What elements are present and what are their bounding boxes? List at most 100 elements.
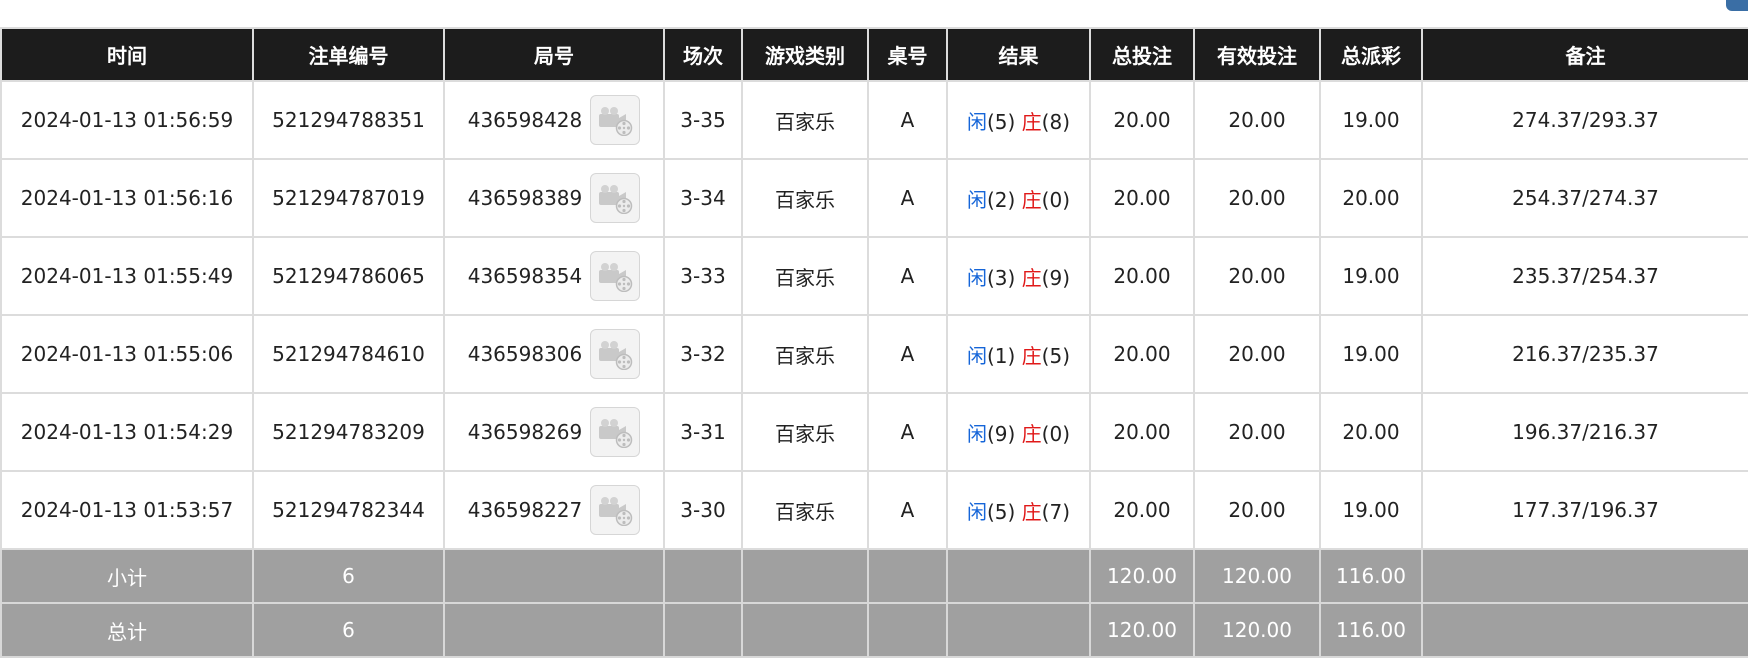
result-cell: 闲(5) 庄(7)	[946, 470, 1091, 550]
grand-total-empty-cell	[1421, 602, 1748, 658]
bet-time: 2024-01-13 01:56:16	[0, 158, 254, 238]
grand-total-empty-cell	[741, 602, 869, 658]
grand-total-empty-cell	[663, 602, 743, 658]
round-wrapper: 436598227	[468, 485, 641, 535]
video-camera-icon	[599, 107, 633, 136]
total-bet: 20.00	[1089, 236, 1195, 316]
game-type: 百家乐	[741, 314, 869, 394]
valid-bet: 20.00	[1193, 314, 1321, 394]
round-wrapper: 436598354	[468, 251, 641, 301]
round-number: 436598389	[467, 186, 583, 210]
bet-time: 2024-01-13 01:56:59	[0, 80, 254, 160]
player-label: 闲	[966, 343, 987, 368]
player-score: (5)	[986, 109, 1016, 134]
corner-tab-button[interactable]	[1726, 0, 1748, 11]
column-header-game-type: 游戏类别	[741, 27, 869, 82]
banker-label: 庄	[1021, 421, 1042, 446]
subtotal-label: 小计	[0, 548, 254, 604]
table-header: 时间 注单编号 局号 场次 游戏类别 桌号 结果 总投注 有效投注 总派彩 备注	[0, 27, 1748, 82]
column-header-result: 结果	[946, 27, 1091, 82]
bet-id: 521294784610	[252, 314, 445, 394]
column-header-round: 局号	[443, 27, 665, 82]
video-replay-button[interactable]	[590, 251, 641, 301]
table-row: 2024-01-13 01:53:57 521294782344 4365982…	[0, 470, 1748, 550]
remark: 254.37/274.37	[1421, 158, 1748, 238]
valid-bet: 20.00	[1193, 80, 1321, 160]
table-row: 2024-01-13 01:56:59 521294788351 4365984…	[0, 80, 1748, 160]
player-label: 闲	[966, 499, 987, 524]
banker-label: 庄	[1021, 499, 1042, 524]
banker-score: (0)	[1041, 187, 1071, 212]
remark: 274.37/293.37	[1421, 80, 1748, 160]
round-cell: 436598306	[443, 314, 665, 394]
remark: 177.37/196.37	[1421, 470, 1748, 550]
video-replay-button[interactable]	[590, 95, 641, 145]
column-header-bet-id: 注单编号	[252, 27, 445, 82]
shoe-number: 3-30	[663, 470, 743, 550]
subtotal-count: 6	[252, 548, 445, 604]
table-body: 2024-01-13 01:56:59 521294788351 4365984…	[0, 80, 1748, 550]
remark: 216.37/235.37	[1421, 314, 1748, 394]
game-type: 百家乐	[741, 158, 869, 238]
player-label: 闲	[966, 187, 987, 212]
video-replay-button[interactable]	[590, 485, 641, 535]
round-wrapper: 436598306	[468, 329, 641, 379]
bet-time: 2024-01-13 01:55:49	[0, 236, 254, 316]
result-cell: 闲(9) 庄(0)	[946, 392, 1091, 472]
round-number: 436598227	[467, 498, 583, 522]
player-score: (2)	[986, 187, 1016, 212]
table-row: 2024-01-13 01:55:49 521294786065 4365983…	[0, 236, 1748, 316]
round-cell: 436598428	[443, 80, 665, 160]
game-type: 百家乐	[741, 80, 869, 160]
subtotal-empty-cell	[1421, 548, 1748, 604]
player-score: (3)	[986, 265, 1016, 290]
round-number: 436598306	[467, 342, 583, 366]
video-camera-icon	[599, 341, 633, 370]
column-header-shoe: 场次	[663, 27, 743, 82]
valid-bet: 20.00	[1193, 158, 1321, 238]
valid-bet: 20.00	[1193, 392, 1321, 472]
shoe-number: 3-32	[663, 314, 743, 394]
column-header-table-no: 桌号	[867, 27, 948, 82]
total-bet: 20.00	[1089, 392, 1195, 472]
table-number: A	[867, 392, 948, 472]
bet-time: 2024-01-13 01:54:29	[0, 392, 254, 472]
page: 时间 注单编号 局号 场次 游戏类别 桌号 结果 总投注 有效投注 总派彩 备注…	[0, 0, 1748, 669]
table-number: A	[867, 236, 948, 316]
table-number: A	[867, 314, 948, 394]
grand-total-row: 总计 6 120.00 120.00 116.00	[0, 602, 1748, 658]
round-number: 436598354	[467, 264, 583, 288]
result-cell: 闲(5) 庄(8)	[946, 80, 1091, 160]
subtotal-row: 小计 6 120.00 120.00 116.00	[0, 548, 1748, 604]
video-replay-button[interactable]	[590, 329, 641, 379]
player-score: (1)	[986, 343, 1016, 368]
column-header-payout: 总派彩	[1319, 27, 1423, 82]
round-cell: 436598389	[443, 158, 665, 238]
shoe-number: 3-35	[663, 80, 743, 160]
video-replay-button[interactable]	[590, 173, 641, 223]
round-number: 436598428	[467, 108, 583, 132]
round-cell: 436598354	[443, 236, 665, 316]
player-label: 闲	[966, 109, 987, 134]
table-row: 2024-01-13 01:54:29 521294783209 4365982…	[0, 392, 1748, 472]
table-footer: 小计 6 120.00 120.00 116.00 总计 6 120.00 12…	[0, 548, 1748, 658]
shoe-number: 3-34	[663, 158, 743, 238]
bet-id: 521294783209	[252, 392, 445, 472]
player-label: 闲	[966, 265, 987, 290]
banker-label: 庄	[1021, 343, 1042, 368]
grand-total-total-bet: 120.00	[1089, 602, 1195, 658]
grand-total-payout: 116.00	[1319, 602, 1423, 658]
table-row: 2024-01-13 01:56:16 521294787019 4365983…	[0, 158, 1748, 238]
result-cell: 闲(1) 庄(5)	[946, 314, 1091, 394]
video-camera-icon	[599, 497, 633, 526]
column-header-valid-bet: 有效投注	[1193, 27, 1321, 82]
total-bet: 20.00	[1089, 158, 1195, 238]
payout: 19.00	[1319, 470, 1423, 550]
video-replay-button[interactable]	[590, 407, 641, 457]
round-number: 436598269	[467, 420, 583, 444]
column-header-remark: 备注	[1421, 27, 1748, 82]
valid-bet: 20.00	[1193, 236, 1321, 316]
banker-score: (9)	[1041, 265, 1071, 290]
video-camera-icon	[599, 185, 633, 214]
payout: 20.00	[1319, 158, 1423, 238]
